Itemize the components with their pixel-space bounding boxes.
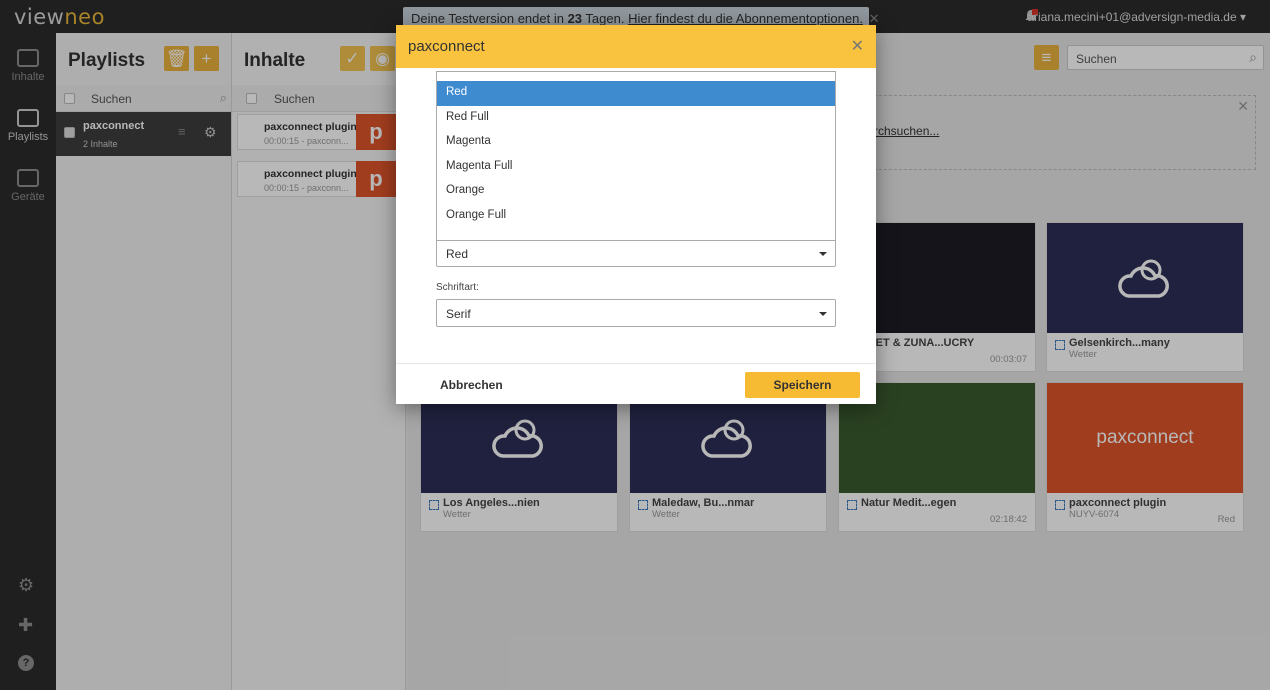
dialog-footer: Abbrechen Speichern — [396, 363, 876, 404]
close-icon[interactable]: ✕ — [851, 36, 864, 56]
save-button[interactable]: Speichern — [745, 372, 860, 398]
dropdown-option[interactable]: Magenta Full — [437, 155, 835, 180]
color-dropdown-list[interactable]: Red Red Full Magenta Magenta Full Orange Oran… — [436, 71, 836, 241]
font-select[interactable]: Serif — [436, 299, 836, 327]
dropdown-option[interactable]: Red — [437, 81, 835, 106]
dialog-header: paxconnect ✕ — [396, 25, 876, 68]
chevron-down-icon — [819, 312, 827, 316]
dropdown-option[interactable]: Orange Full — [437, 204, 835, 229]
color-select[interactable]: Red — [436, 239, 836, 267]
cancel-button[interactable]: Abbrechen — [440, 378, 503, 392]
font-label: Schriftart: — [436, 282, 479, 293]
dropdown-option[interactable]: Orange — [437, 179, 835, 204]
chevron-down-icon — [819, 252, 827, 256]
dropdown-option[interactable]: Red Full — [437, 106, 835, 131]
dropdown-option[interactable]: Magenta — [437, 130, 835, 155]
dialog-title: paxconnect — [408, 38, 485, 55]
